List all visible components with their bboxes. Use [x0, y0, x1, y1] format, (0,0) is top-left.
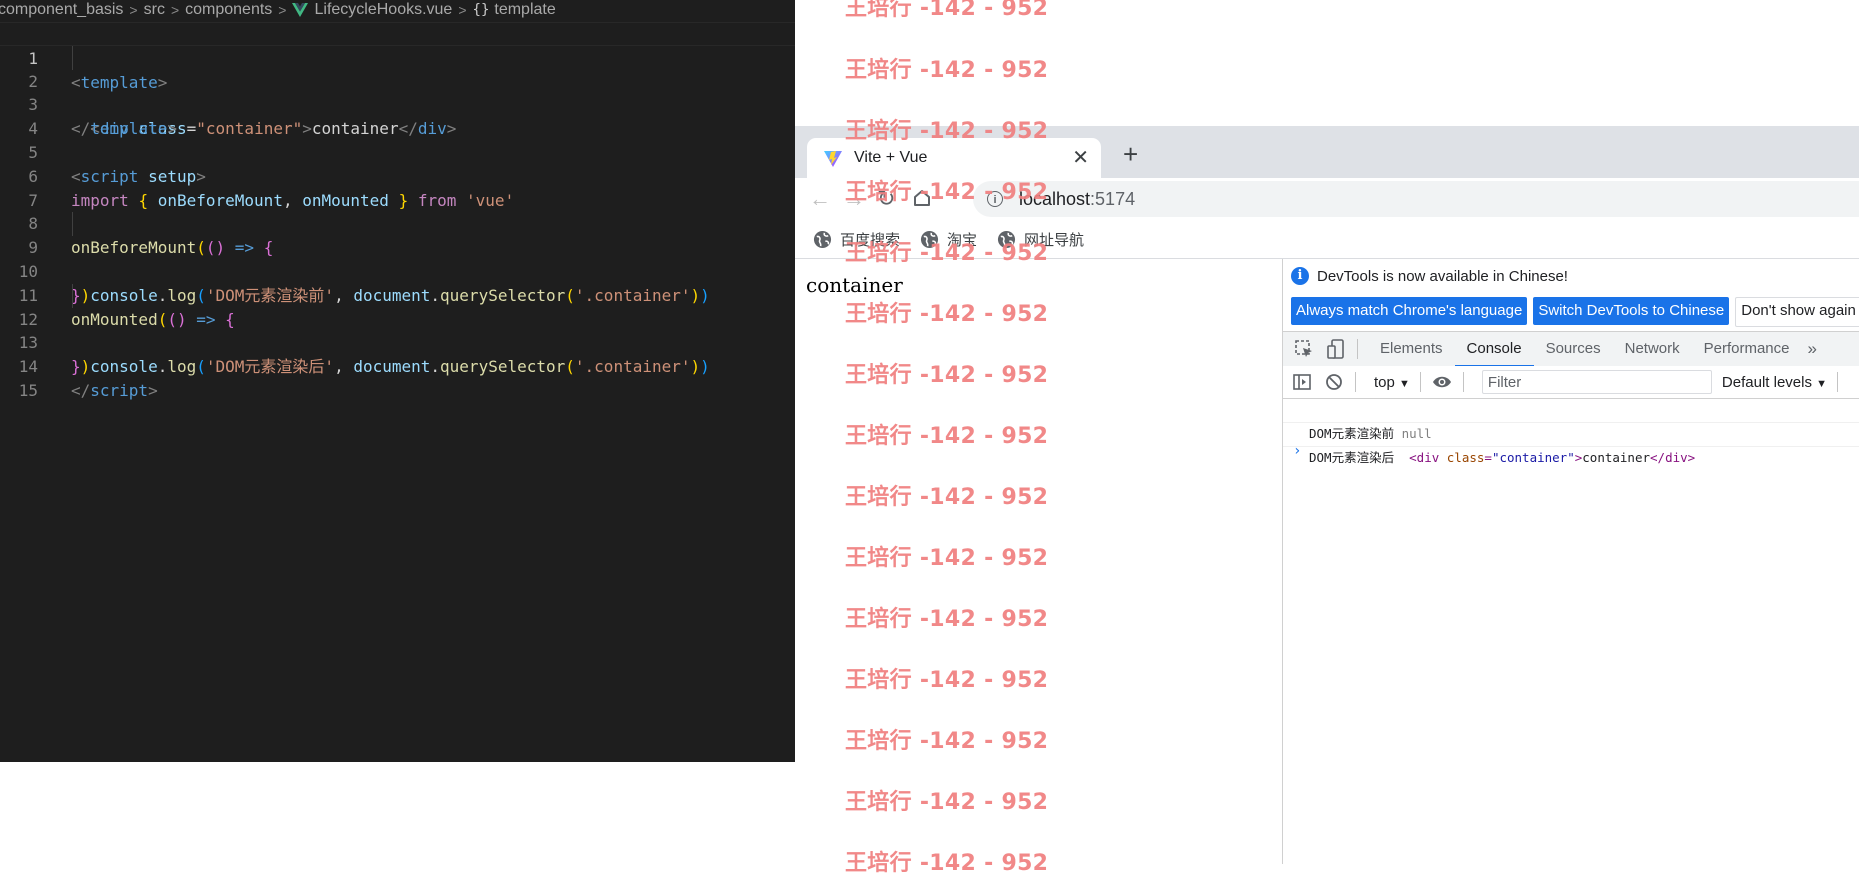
devtools-tab-bar: Elements Console Sources Network Perform…	[1283, 331, 1859, 367]
console-log-element[interactable]: <div class="container">container</div>	[1409, 450, 1695, 465]
browser-toolbar: ← → ↻ i localhost:5174	[795, 178, 1859, 220]
inspect-element-icon[interactable]	[1293, 338, 1315, 360]
chevron-right-icon: >	[278, 2, 287, 18]
context-selector[interactable]: top ▼	[1374, 374, 1410, 391]
chevron-right-icon: >	[170, 2, 180, 18]
info-icon: i	[1291, 267, 1309, 285]
filter-input[interactable]: Filter	[1481, 370, 1712, 394]
banner-buttons: Always match Chrome's language Switch De…	[1291, 297, 1859, 327]
toolbar-separator	[1837, 372, 1839, 392]
close-icon[interactable]: ✕	[1072, 147, 1089, 169]
indent-guide	[72, 45, 73, 70]
info-icon[interactable]: i	[987, 191, 1003, 207]
bookmark-item[interactable]: 百度搜索	[813, 229, 900, 250]
new-tab-icon[interactable]: +	[1123, 138, 1138, 170]
console-toolbar: top ▼ Filter Default levels ▼	[1283, 366, 1859, 399]
code-line[interactable]: 13 })	[0, 308, 795, 376]
console-log-label: DOM元素渲染后	[1309, 450, 1395, 465]
code-line[interactable]: 5 <script setup>	[0, 117, 795, 186]
toolbar-separator	[1357, 339, 1358, 359]
bookmark-label: 网址导航	[1024, 231, 1085, 249]
breadcrumb: component_basis > src > components > Lif…	[0, 0, 795, 20]
url-text[interactable]: localhost:5174	[1019, 189, 1135, 210]
bookmark-item[interactable]: 淘宝	[920, 229, 977, 250]
chevron-right-icon: >	[129, 2, 138, 18]
toolbar-separator	[1419, 372, 1421, 392]
container-div: container	[806, 273, 903, 297]
switch-to-chinese-button[interactable]: Switch DevTools to Chinese	[1533, 297, 1730, 325]
browser-tab[interactable]: Vite + Vue ✕	[807, 138, 1101, 178]
console-prompt-icon[interactable]: ›	[1293, 443, 1301, 459]
code-line[interactable]: 8 onBeforeMount(() => {	[0, 189, 795, 257]
vite-logo-icon	[824, 151, 842, 167]
home-icon[interactable]	[912, 188, 932, 208]
devtools-panel: i DevTools is now available in Chinese! …	[1282, 259, 1859, 864]
globe-icon	[997, 230, 1016, 248]
bookmark-label: 淘宝	[947, 231, 978, 249]
code-token: script	[90, 380, 149, 400]
tab-title: Vite + Vue	[854, 149, 928, 166]
line-number: 15	[18, 380, 38, 400]
tab-elements[interactable]: Elements	[1368, 332, 1455, 366]
indent-guide	[72, 212, 73, 237]
globe-icon	[813, 230, 832, 248]
code-line[interactable]: 15	[0, 355, 795, 400]
tab-strip: Vite + Vue ✕ +	[795, 126, 1859, 178]
tab-network[interactable]: Network	[1613, 332, 1692, 366]
code-line[interactable]: 7	[0, 165, 795, 210]
watermark-text: 王培行 -142 - 952	[845, 58, 1049, 83]
back-arrow-icon[interactable]: ←	[809, 186, 831, 212]
devtools-language-banner: i DevTools is now available in Chinese!	[1291, 267, 1568, 285]
watermark-text: 王培行 -142 - 952	[845, 0, 1049, 21]
caret-down-icon: ▼	[1816, 377, 1828, 390]
code-line[interactable]: 10 })	[0, 236, 795, 305]
log-levels-dropdown[interactable]: Default levels ▼	[1722, 374, 1827, 391]
breadcrumb-item-folder[interactable]: component_basis	[0, 1, 123, 19]
breadcrumb-item-symbol[interactable]: template	[494, 1, 555, 19]
vue-file-icon	[292, 3, 309, 17]
code-line[interactable]: 6 import { onBeforeMount, onMounted } fr…	[0, 141, 795, 210]
toolbar-separator	[1355, 372, 1356, 392]
toolbar-separator	[1462, 372, 1464, 392]
braces-icon: {}	[472, 2, 490, 18]
code-area[interactable]: 1 <template> 2 <div class="container">co…	[0, 22, 795, 400]
caret-down-icon: ▼	[1399, 377, 1410, 390]
code-line[interactable]: 14 </script>	[0, 331, 795, 400]
breadcrumb-item-file[interactable]: LifecycleHooks.vue	[314, 1, 452, 19]
tab-console[interactable]: Console	[1454, 332, 1534, 367]
always-match-language-button[interactable]: Always match Chrome's language	[1291, 297, 1528, 325]
code-line[interactable]: 12 console.log('DOM元素渲染后', document.quer…	[0, 283, 795, 376]
address-bar[interactable]: i localhost:5174	[973, 181, 1859, 217]
page-viewport: container	[795, 259, 1283, 864]
more-tabs-icon[interactable]: »	[1808, 339, 1817, 359]
code-line[interactable]: 2 <div class="container">container</div>	[0, 45, 795, 138]
code-line[interactable]: 3 </template>	[0, 70, 795, 138]
bookmark-label: 百度搜索	[840, 231, 901, 249]
device-toolbar-icon[interactable]	[1325, 338, 1347, 360]
code-line[interactable]: 4	[0, 93, 795, 138]
banner-message: DevTools is now available in Chinese!	[1317, 267, 1568, 285]
code-editor[interactable]: component_basis > src > components > Lif…	[0, 0, 795, 762]
console-message[interactable]: DOM元素渲染前 null	[1283, 399, 1859, 441]
indent-guide	[72, 283, 73, 308]
code-line[interactable]: 11 onMounted(() => {	[0, 260, 795, 329]
forward-arrow-icon[interactable]: →	[843, 186, 865, 212]
dont-show-again-button[interactable]: Don't show again	[1735, 297, 1859, 327]
console-message[interactable]: DOM元素渲染后 <div class="container">containe…	[1283, 423, 1859, 465]
bookmarks-bar: 百度搜索 淘宝 网址导航	[795, 220, 1859, 259]
tab-sources[interactable]: Sources	[1534, 332, 1613, 366]
globe-icon	[920, 230, 939, 248]
browser-window: Vite + Vue ✕ + ← → ↻ i localhost:5174 百度…	[795, 126, 1859, 864]
tab-performance[interactable]: Performance	[1692, 332, 1802, 366]
reload-icon[interactable]: ↻	[877, 186, 895, 212]
eye-icon[interactable]	[1431, 371, 1453, 393]
chevron-right-icon: >	[458, 2, 467, 18]
bookmark-item[interactable]: 网址导航	[997, 229, 1084, 250]
breadcrumb-item-src[interactable]: src	[144, 1, 165, 19]
clear-console-icon[interactable]	[1323, 371, 1345, 393]
code-line[interactable]: 1 <template>	[0, 22, 795, 92]
sidebar-toggle-icon[interactable]	[1291, 371, 1313, 393]
breadcrumb-item-components[interactable]: components	[185, 1, 272, 19]
code-line[interactable]: 9 console.log('DOM元素渲染前', document.query…	[0, 212, 795, 305]
